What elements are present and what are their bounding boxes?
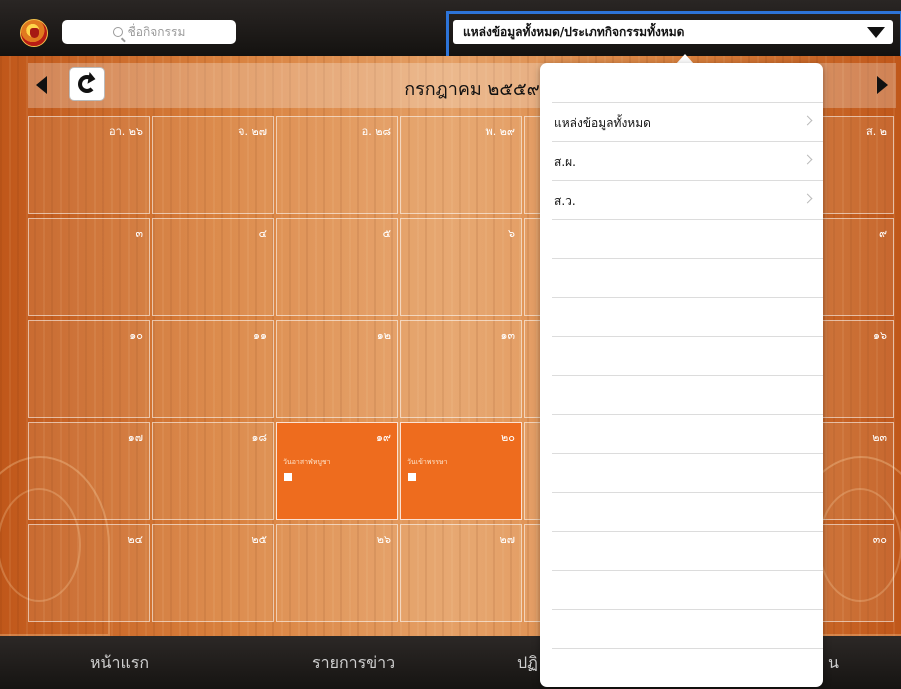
empty-row [552, 259, 823, 298]
source-option[interactable]: ส.ว. [552, 181, 823, 220]
day-cell[interactable]: ๒๕ [152, 524, 274, 622]
empty-row [552, 220, 823, 259]
day-cell[interactable]: ๑๘ [152, 422, 274, 520]
day-cell[interactable]: พ. ๒๙ [400, 116, 522, 214]
day-number: ๑๑ [253, 329, 267, 342]
day-number: ๕ [382, 227, 391, 240]
event-label[interactable]: วันเข้าพรรษา [407, 457, 448, 468]
source-option-label: แหล่งข้อมูลทั้งหมด [554, 116, 651, 130]
top-bar: ชื่อกิจกรรม แหล่งข้อมูลทั้งหมด/ประเภทกิจ… [0, 0, 901, 56]
day-cell[interactable]: ๑๐ [28, 320, 150, 418]
day-cell[interactable]: อ. ๒๘ [276, 116, 398, 214]
day-number: ๓๐ [872, 533, 887, 546]
chevron-right-icon [802, 193, 813, 204]
day-number: พ. ๒๙ [485, 125, 515, 138]
empty-row [552, 532, 823, 571]
empty-row [552, 415, 823, 454]
search-placeholder: ชื่อกิจกรรม [127, 24, 186, 39]
filter-label: แหล่งข้อมูลทั้งหมด/ประเภทกิจกรรมทั้งหมด [463, 24, 685, 39]
day-cell[interactable]: ๖ [400, 218, 522, 316]
day-cell[interactable]: ๑๑ [152, 320, 274, 418]
day-cell[interactable]: ๑๙วันอาสาฬหบูชา [276, 422, 398, 520]
tab-more[interactable]: น [828, 651, 839, 676]
tab-activities[interactable]: ปฏิ [517, 651, 538, 676]
empty-row [552, 571, 823, 610]
day-number: ๒๕ [251, 533, 267, 546]
day-cell[interactable]: ๑๗ [28, 422, 150, 520]
event-marker [408, 473, 416, 481]
day-number: ๑๘ [251, 431, 267, 444]
source-option-label: ส.ผ. [554, 155, 576, 169]
day-cell[interactable]: ๒๔ [28, 524, 150, 622]
popover-header-row [552, 64, 823, 103]
app-logo [20, 19, 48, 47]
day-number: ๑๗ [127, 431, 143, 444]
day-number: ๑๓ [500, 329, 515, 342]
chevron-right-icon [802, 154, 813, 165]
empty-row [552, 376, 823, 415]
day-number: ส. ๒ [866, 125, 887, 138]
empty-row [552, 493, 823, 532]
day-number: ๒๗ [499, 533, 515, 546]
chevron-right-icon [802, 115, 813, 126]
empty-row [552, 454, 823, 493]
chevron-down-icon [867, 27, 885, 38]
day-number: ๙ [878, 227, 887, 240]
day-cell[interactable]: ๒๐วันเข้าพรรษา [400, 422, 522, 520]
day-cell[interactable]: ๑๓ [400, 320, 522, 418]
day-cell[interactable]: ๒๗ [400, 524, 522, 622]
day-cell[interactable]: จ. ๒๗ [152, 116, 274, 214]
day-cell[interactable]: อา. ๒๖ [28, 116, 150, 214]
day-number: อ. ๒๘ [361, 125, 391, 138]
day-number: ๑๖ [873, 329, 887, 342]
day-number: ๒๐ [501, 431, 515, 444]
day-number: ๖ [508, 227, 515, 240]
day-number: จ. ๒๗ [238, 125, 267, 138]
day-cell[interactable]: ๑๒ [276, 320, 398, 418]
next-month-icon[interactable] [877, 76, 888, 94]
day-number: ๒๓ [872, 431, 887, 444]
day-number: อา. ๒๖ [108, 125, 143, 138]
tab-home[interactable]: หน้าแรก [90, 651, 149, 676]
day-cell[interactable]: ๓ [28, 218, 150, 316]
day-number: ๑๒ [376, 329, 391, 342]
event-marker [284, 473, 292, 481]
day-number: ๒๖ [376, 533, 391, 546]
day-number: ๒๔ [127, 533, 143, 546]
empty-row [552, 610, 823, 649]
day-cell[interactable]: ๕ [276, 218, 398, 316]
empty-row [552, 337, 823, 376]
search-icon [112, 27, 123, 37]
source-option-label: ส.ว. [554, 194, 576, 208]
source-option[interactable]: แหล่งข้อมูลทั้งหมด [552, 103, 823, 142]
tab-news[interactable]: รายการข่าว [312, 651, 395, 676]
day-cell[interactable]: ๒๖ [276, 524, 398, 622]
empty-row [552, 298, 823, 337]
day-number: ๑๙ [375, 431, 391, 444]
day-number: ๔ [258, 227, 267, 240]
search-input[interactable]: ชื่อกิจกรรม [62, 20, 236, 44]
day-number: ๓ [135, 227, 143, 240]
filter-dropdown[interactable]: แหล่งข้อมูลทั้งหมด/ประเภทกิจกรรมทั้งหมด [453, 20, 893, 44]
day-number: ๑๐ [129, 329, 143, 342]
day-cell[interactable]: ๔ [152, 218, 274, 316]
source-option[interactable]: ส.ผ. [552, 142, 823, 181]
source-popover: แหล่งข้อมูลทั้งหมดส.ผ. ส.ว. [540, 63, 823, 687]
event-label[interactable]: วันอาสาฬหบูชา [283, 457, 331, 468]
